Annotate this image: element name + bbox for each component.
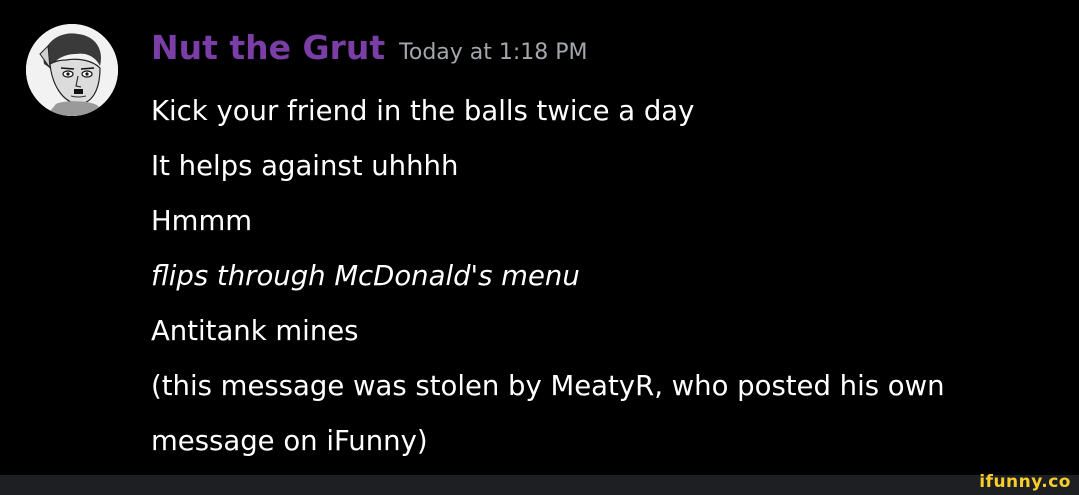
message-body: Kick your friend in the balls twice a da… [151,84,1051,469]
chat-message: Nut the Grut Today at 1:18 PM Kick your f… [0,0,1079,475]
watermark-bar [0,475,1079,495]
message-line: (this message was stolen by MeatyR, who … [151,370,945,402]
avatar[interactable] [26,24,118,116]
message-line-italic: flips through McDonald's menu [151,260,580,292]
message-timestamp: Today at 1:18 PM [399,40,588,65]
avatar-drawing-icon [26,24,118,116]
message-line: Hmmm [151,205,253,237]
message-line: message on iFunny) [151,425,428,457]
ifunny-watermark: ifunny.co [979,472,1071,492]
message-line: Antitank mines [151,315,359,347]
username[interactable]: Nut the Grut [151,28,385,67]
message-header: Nut the Grut Today at 1:18 PM [151,28,588,70]
message-line: Kick your friend in the balls twice a da… [151,95,695,127]
message-line: It helps against uhhhh [151,150,459,182]
